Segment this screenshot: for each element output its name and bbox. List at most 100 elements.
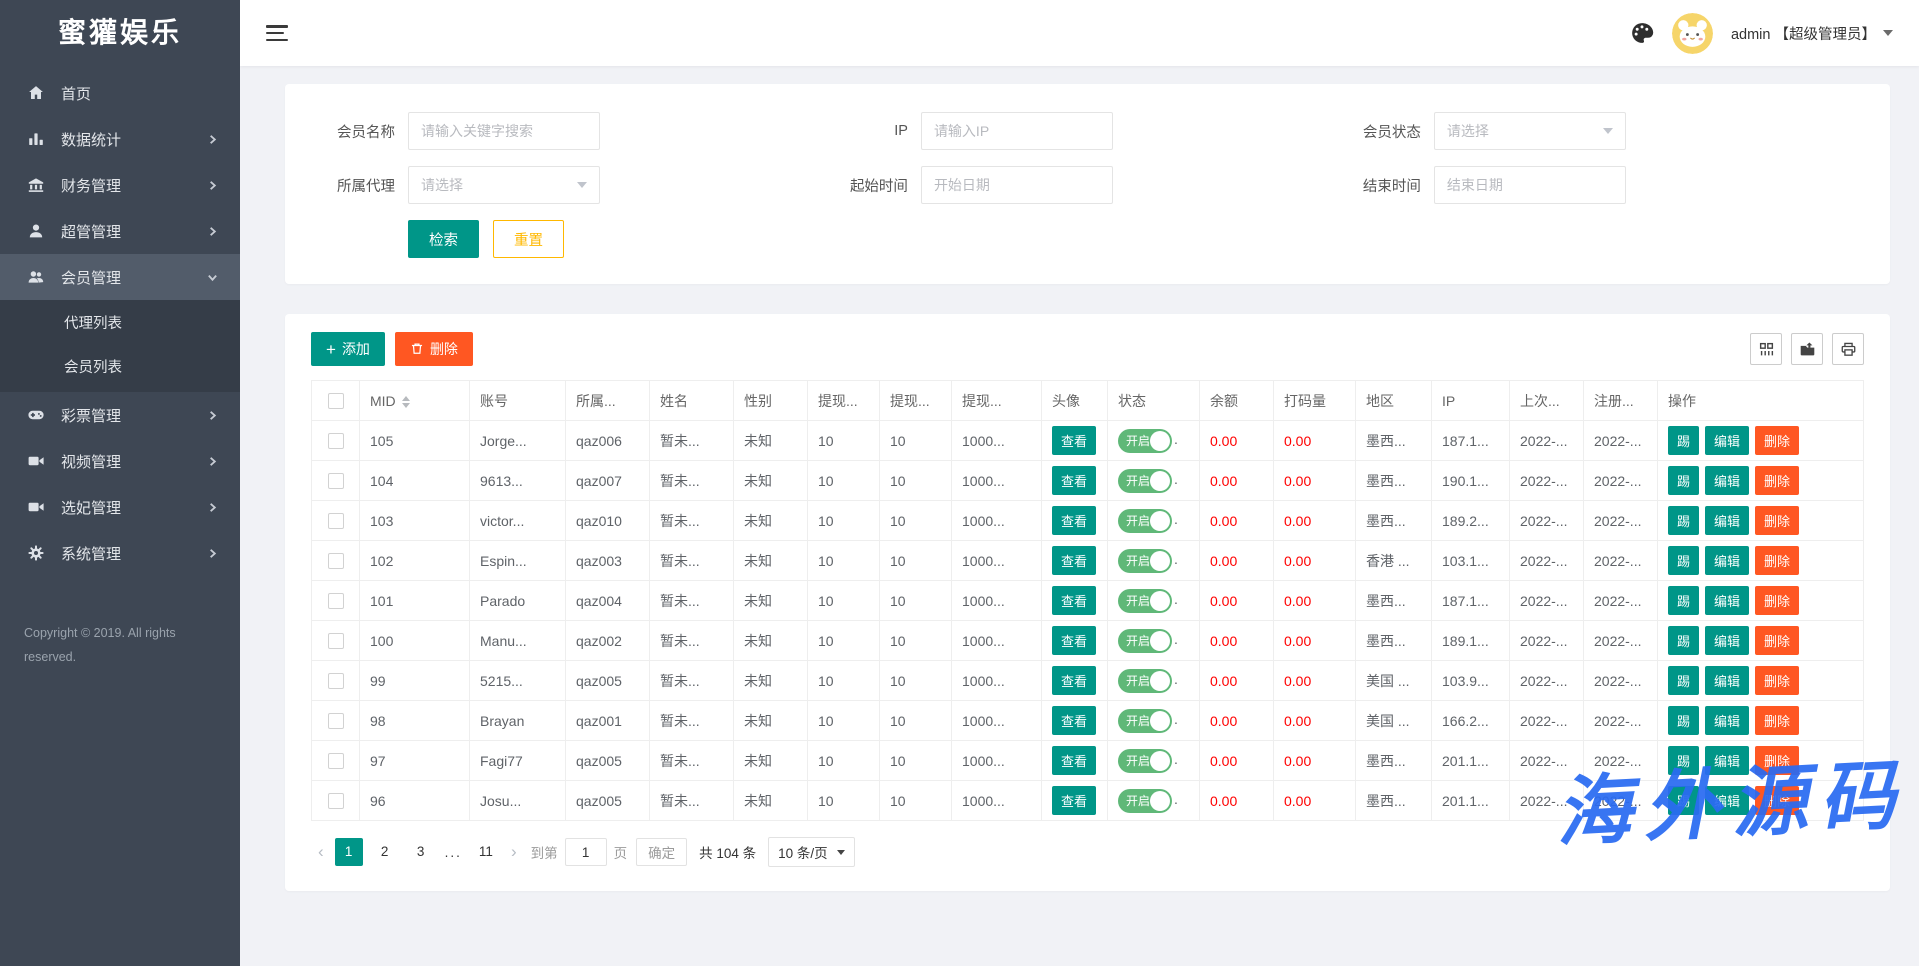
row-delete-button[interactable]: 删除	[1755, 626, 1799, 655]
row-delete-button[interactable]: 删除	[1755, 586, 1799, 615]
ip-input[interactable]	[921, 112, 1113, 150]
row-delete-button[interactable]: 删除	[1755, 466, 1799, 495]
edit-button[interactable]: 编辑	[1705, 466, 1749, 495]
kick-button[interactable]: 踢	[1668, 466, 1699, 495]
member-status-select[interactable]: 请选择	[1434, 112, 1626, 150]
start-date-input[interactable]	[921, 166, 1113, 204]
hamburger-icon[interactable]	[266, 25, 288, 41]
view-avatar-button[interactable]: 查看	[1052, 426, 1096, 455]
sidebar-item[interactable]: 视频管理	[0, 438, 240, 484]
view-avatar-button[interactable]: 查看	[1052, 466, 1096, 495]
row-checkbox[interactable]	[328, 433, 344, 449]
status-toggle[interactable]: 开启	[1118, 669, 1172, 693]
view-avatar-button[interactable]: 查看	[1052, 586, 1096, 615]
edit-button[interactable]: 编辑	[1705, 746, 1749, 775]
kick-button[interactable]: 踢	[1668, 586, 1699, 615]
edit-button[interactable]: 编辑	[1705, 426, 1749, 455]
kick-button[interactable]: 踢	[1668, 506, 1699, 535]
sidebar-item[interactable]: 超管管理	[0, 208, 240, 254]
page-button[interactable]: 11	[472, 838, 500, 866]
kick-button[interactable]: 踢	[1668, 626, 1699, 655]
sidebar-item[interactable]: 会员管理	[0, 254, 240, 300]
sidebar-item[interactable]: 彩票管理	[0, 392, 240, 438]
user-avatar[interactable]	[1672, 13, 1713, 54]
prev-page-button[interactable]: ‹	[311, 842, 331, 862]
kick-button[interactable]: 踢	[1668, 746, 1699, 775]
row-delete-button[interactable]: 删除	[1755, 426, 1799, 455]
row-delete-button[interactable]: 删除	[1755, 746, 1799, 775]
goto-page-input[interactable]	[565, 838, 607, 866]
row-checkbox[interactable]	[328, 633, 344, 649]
goto-confirm-button[interactable]: 确定	[636, 838, 687, 866]
member-name-input[interactable]	[408, 112, 600, 150]
status-toggle[interactable]: 开启	[1118, 509, 1172, 533]
view-avatar-button[interactable]: 查看	[1052, 626, 1096, 655]
status-toggle[interactable]: 开启	[1118, 429, 1172, 453]
chevron-right-icon	[207, 180, 218, 191]
edit-button[interactable]: 编辑	[1705, 586, 1749, 615]
sort-icon[interactable]	[402, 396, 410, 408]
edit-button[interactable]: 编辑	[1705, 546, 1749, 575]
page-button[interactable]: 3	[407, 838, 435, 866]
kick-button[interactable]: 踢	[1668, 666, 1699, 695]
user-menu[interactable]: admin 【超级管理员】	[1731, 23, 1893, 44]
row-checkbox[interactable]	[328, 473, 344, 489]
delete-button[interactable]: 删除	[395, 332, 473, 366]
export-button[interactable]	[1791, 333, 1823, 365]
view-avatar-button[interactable]: 查看	[1052, 506, 1096, 535]
status-toggle[interactable]: 开启	[1118, 549, 1172, 573]
row-checkbox[interactable]	[328, 593, 344, 609]
theme-palette-icon[interactable]	[1630, 21, 1654, 45]
row-checkbox[interactable]	[328, 753, 344, 769]
reset-button[interactable]: 重置	[493, 220, 564, 258]
status-toggle[interactable]: 开启	[1118, 789, 1172, 813]
row-delete-button[interactable]: 删除	[1755, 786, 1799, 815]
row-delete-button[interactable]: 删除	[1755, 546, 1799, 575]
status-toggle[interactable]: 开启	[1118, 629, 1172, 653]
row-delete-button[interactable]: 删除	[1755, 666, 1799, 695]
edit-button[interactable]: 编辑	[1705, 786, 1749, 815]
row-checkbox[interactable]	[328, 793, 344, 809]
status-toggle[interactable]: 开启	[1118, 709, 1172, 733]
status-toggle[interactable]: 开启	[1118, 749, 1172, 773]
sidebar-item[interactable]: 选妃管理	[0, 484, 240, 530]
sidebar-subitem[interactable]: 代理列表	[0, 302, 240, 346]
page-button[interactable]: 1	[335, 838, 363, 866]
view-avatar-button[interactable]: 查看	[1052, 746, 1096, 775]
edit-button[interactable]: 编辑	[1705, 506, 1749, 535]
view-avatar-button[interactable]: 查看	[1052, 546, 1096, 575]
kick-button[interactable]: 踢	[1668, 786, 1699, 815]
edit-button[interactable]: 编辑	[1705, 666, 1749, 695]
add-button[interactable]: + 添加	[311, 332, 385, 366]
row-checkbox[interactable]	[328, 553, 344, 569]
edit-button[interactable]: 编辑	[1705, 706, 1749, 735]
sidebar-item[interactable]: 财务管理	[0, 162, 240, 208]
next-page-button[interactable]: ›	[504, 842, 524, 862]
view-avatar-button[interactable]: 查看	[1052, 666, 1096, 695]
status-toggle[interactable]: 开启	[1118, 469, 1172, 493]
sidebar-item[interactable]: 系统管理	[0, 530, 240, 576]
sidebar-subitem[interactable]: 会员列表	[0, 346, 240, 390]
end-date-input[interactable]	[1434, 166, 1626, 204]
print-button[interactable]	[1832, 333, 1864, 365]
row-checkbox[interactable]	[328, 513, 344, 529]
row-checkbox[interactable]	[328, 713, 344, 729]
status-toggle[interactable]: 开启	[1118, 589, 1172, 613]
sidebar-item[interactable]: 首页	[0, 70, 240, 116]
sidebar-item[interactable]: 数据统计	[0, 116, 240, 162]
page-button[interactable]: 2	[371, 838, 399, 866]
row-checkbox[interactable]	[328, 673, 344, 689]
view-avatar-button[interactable]: 查看	[1052, 706, 1096, 735]
row-delete-button[interactable]: 删除	[1755, 706, 1799, 735]
kick-button[interactable]: 踢	[1668, 546, 1699, 575]
columns-filter-button[interactable]	[1750, 333, 1782, 365]
kick-button[interactable]: 踢	[1668, 706, 1699, 735]
search-button[interactable]: 检索	[408, 220, 479, 258]
kick-button[interactable]: 踢	[1668, 426, 1699, 455]
select-all-checkbox[interactable]	[328, 393, 344, 409]
row-delete-button[interactable]: 删除	[1755, 506, 1799, 535]
agent-select[interactable]: 请选择	[408, 166, 600, 204]
page-size-select[interactable]: 10 条/页	[768, 837, 855, 867]
view-avatar-button[interactable]: 查看	[1052, 786, 1096, 815]
edit-button[interactable]: 编辑	[1705, 626, 1749, 655]
